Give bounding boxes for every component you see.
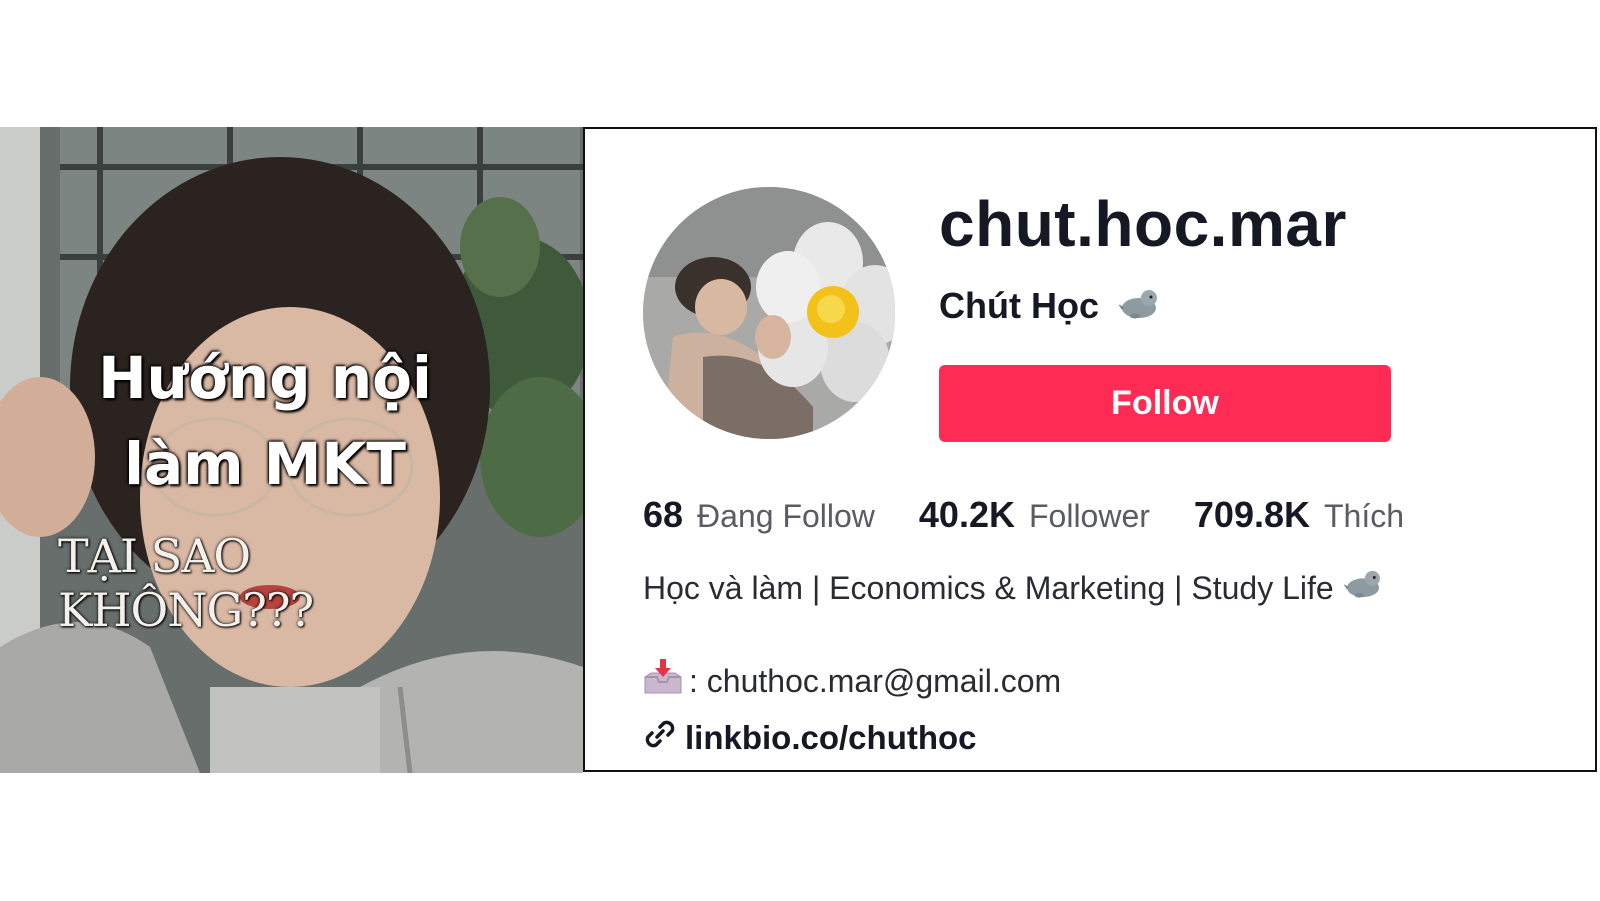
inbox-tray-icon xyxy=(643,659,683,703)
username: chut.hoc.mar xyxy=(939,188,1347,260)
seal-emoji-icon xyxy=(1343,569,1384,607)
stat-likes: 709.8K Thích xyxy=(1194,494,1404,536)
profile-bio: Học và làm | Economics & Marketing | Stu… xyxy=(643,569,1384,607)
seal-emoji-icon xyxy=(1118,287,1161,329)
avatar[interactable] xyxy=(643,187,895,439)
profile-link[interactable]: linkbio.co/chuthoc xyxy=(643,717,977,759)
bio-text: Học và làm | Economics & Marketing | Stu… xyxy=(643,569,1334,606)
link-icon xyxy=(643,717,677,759)
profile-stats: 68 Đang Follow 40.2K Follower 709.8K Thí… xyxy=(643,494,1448,536)
nickname: Chút Học xyxy=(939,285,1161,329)
stat-following[interactable]: 68 Đang Follow xyxy=(643,494,875,536)
thumbnail-caption-line2: làm MKT xyxy=(124,430,406,498)
video-thumbnail[interactable]: Hướng nội làm MKT TẠI SAO KHÔNG??? xyxy=(0,127,583,773)
email-text: : chuthoc.mar@gmail.com xyxy=(689,662,1062,699)
stat-followers-label: Follower xyxy=(1028,498,1150,534)
avatar-photo xyxy=(643,187,895,439)
stat-likes-label: Thích xyxy=(1324,498,1405,534)
nickname-text: Chút Học xyxy=(939,285,1099,326)
stat-following-label: Đang Follow xyxy=(697,498,875,534)
contact-email: : chuthoc.mar@gmail.com xyxy=(643,659,1061,703)
profile-card: chut.hoc.mar Chút Học Follow 68 Đang Fol… xyxy=(583,127,1597,772)
link-text[interactable]: linkbio.co/chuthoc xyxy=(685,719,977,757)
stat-followers[interactable]: 40.2K Follower xyxy=(919,494,1150,536)
stat-likes-value: 709.8K xyxy=(1193,494,1310,535)
stat-followers-value: 40.2K xyxy=(918,494,1015,535)
thumbnail-caption-line1: Hướng nội xyxy=(98,344,432,412)
follow-button[interactable]: Follow xyxy=(939,365,1391,442)
thumbnail-caption-line3: TẠI SAO KHÔNG??? xyxy=(58,529,314,637)
stat-following-value: 68 xyxy=(643,494,684,535)
